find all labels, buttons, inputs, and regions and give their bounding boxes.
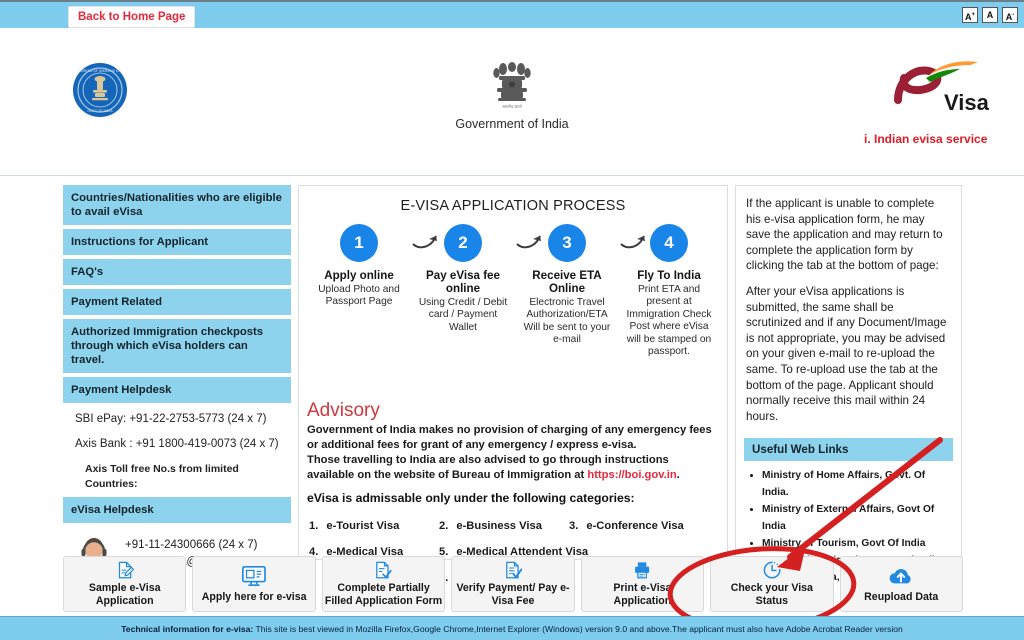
step-1-detail: Upload Photo and Passport Page [318,284,400,308]
main-content: Countries/Nationalities who are eligible… [0,176,1024,616]
step-3-number: 3 [548,224,586,262]
decrease-font-sup: - [1012,12,1015,18]
sidebar-item-faqs[interactable]: FAQ's [63,259,291,285]
normal-font-button[interactable]: A [982,7,998,23]
document-verify-icon [506,561,523,579]
sbi-epay-contact: SBI ePay: +91-22-2753-5773 (24 x 7) [75,413,267,425]
info-paragraph-2: After your eVisa applications is submitt… [746,284,947,423]
print-evisa-application-label: Print e-Visa Application [613,582,672,607]
process-step-4: 4 Fly To India Print ETA and present at … [621,224,717,358]
masthead: BUREAU OF IMMIGRATION GOVT OF INDIA सत्य… [0,28,1024,176]
step-4-heading: Fly To India [637,269,701,282]
category-3-num: 3. [569,520,579,532]
web-link-mha[interactable]: Ministry of Home Affairs, Govt. Of India… [762,467,953,501]
left-sidebar: Countries/Nationalities who are eligible… [63,185,291,575]
process-step-2: 2 Pay eVisa fee online Using Credit / De… [415,224,511,334]
axis-bank-contact: Axis Bank : +91 1800-419-0073 (24 x 7) [75,438,279,450]
step-4-detail: Print ETA and present at Immigration Che… [626,284,712,358]
category-2: 2. e-Business Visa [439,520,542,532]
process-panel: E-VISA APPLICATION PROCESS 1 Apply onlin… [298,185,728,584]
process-step-3: 3 Receive ETA Online Electronic Travel A… [519,224,615,347]
decrease-font-button[interactable]: A- [1002,7,1018,23]
check-visa-status-button[interactable]: Check your Visa Status [710,556,834,612]
reupload-data-button[interactable]: Reupload Data [839,556,963,612]
svg-text:BUREAU OF IMMIGRATION: BUREAU OF IMMIGRATION [78,69,122,73]
web-link-mea[interactable]: Ministry of External Affairs, Govt Of In… [762,501,953,535]
helpdesk-phone: +91-11-24300666 (24 x 7) [125,539,258,551]
sidebar-item-instructions[interactable]: Instructions for Applicant [63,229,291,255]
bureau-of-immigration-seal-icon: BUREAU OF IMMIGRATION GOVT OF INDIA [73,63,127,117]
cloud-upload-icon [889,569,911,584]
sidebar-item-payment-related[interactable]: Payment Related [63,289,291,315]
process-title: E-VISA APPLICATION PROCESS [400,198,626,214]
verify-payment-button[interactable]: Verify Payment/ Pay e-Visa Fee [451,556,575,612]
clock-icon [763,561,781,579]
info-panel: If the applicant is unable to complete h… [735,185,962,583]
normal-font-label: A [986,10,994,20]
step-1-number: 1 [340,224,378,262]
categories-intro: eVisa is admissable only under the follo… [307,491,635,505]
reupload-data-label: Reupload Data [864,591,939,604]
apply-here-for-evisa-button[interactable]: Apply here for e-visa [192,556,316,612]
complete-partially-filled-form-label: Complete Partially Filled Application Fo… [324,582,443,607]
sidebar-item-countries[interactable]: Countries/Nationalities who are eligible… [63,185,291,225]
advisory-heading: Advisory [307,400,380,421]
process-step-1: 1 Apply online Upload Photo and Passport… [311,224,407,309]
footer-rest: This site is best viewed in Mozilla Fire… [253,624,903,634]
document-pencil-icon [118,561,134,579]
category-2-num: 2. [439,520,449,532]
national-emblem-icon: सत्यमेव जयते [493,62,531,109]
svg-text:Visa: Visa [944,90,990,115]
check-visa-status-label: Check your Visa Status [730,582,813,607]
category-3-label: e-Conference Visa [586,520,684,532]
info-paragraph-1: If the applicant is unable to complete h… [746,197,943,273]
action-button-bar: Sample e-Visa Application Apply here for… [63,556,963,612]
document-check-icon [376,561,393,579]
footer-bar: Technical information for e-visa: This s… [0,616,1024,640]
verify-payment-label: Verify Payment/ Pay e-Visa Fee [456,582,570,607]
evisa-service-tagline: i. Indian evisa service [864,132,988,146]
top-utility-bar: Back to Home Page A+ A A- [0,0,1024,28]
apply-here-for-evisa-label: Apply here for e-visa [201,591,307,604]
axis-toll-free-note: Axis Toll free No.s from limited Countri… [85,463,239,490]
category-1-num: 1. [309,520,319,532]
back-to-home-page-button[interactable]: Back to Home Page [68,6,196,28]
category-1-label: e-Tourist Visa [326,520,400,532]
increase-font-button[interactable]: A+ [962,7,978,23]
advisory-line-1: Government of India makes no provision o… [307,424,712,451]
step-3-heading: Receive ETA Online [532,269,602,295]
boi-link[interactable]: https://boi.gov.in [587,469,676,481]
step-2-number: 2 [444,224,482,262]
sample-evisa-application-label: Sample e-Visa Application [88,582,161,607]
advisory-line-2-post: . [676,469,680,481]
print-evisa-application-button[interactable]: Print e-Visa Application [580,556,705,612]
advisory-line-2: Those travelling to India are also advis… [307,453,719,483]
evisa-helpdesk-header: eVisa Helpdesk [63,497,291,523]
category-3: 3. e-Conference Visa [569,520,684,532]
category-2-label: e-Business Visa [456,520,542,532]
web-link-tourism[interactable]: Ministry of Tourism, Govt Of India [762,535,953,552]
svg-text:GOVT OF INDIA: GOVT OF INDIA [87,109,113,113]
sample-evisa-application-button[interactable]: Sample e-Visa Application [63,556,187,612]
increase-font-sup: + [971,12,975,18]
step-3-detail: Electronic Travel Authorization/ETA Will… [523,297,611,346]
printer-icon [635,562,650,579]
step-4-number: 4 [650,224,688,262]
sidebar-item-checkposts[interactable]: Authorized Immigration checkposts throug… [63,319,291,373]
font-size-controls: A+ A A- [962,7,1018,23]
step-1-heading: Apply online [324,269,394,282]
government-of-india-label: Government of India [455,117,569,131]
svg-text:सत्यमेव जयते: सत्यमेव जयते [502,104,522,109]
evisa-logo-icon: Visa [894,61,990,115]
step-2-heading: Pay eVisa fee online [426,269,500,295]
step-2-detail: Using Credit / Debit card / Payment Wall… [418,297,508,333]
footer-text: Technical information for e-visa: This s… [121,624,903,634]
monitor-form-icon [242,566,267,587]
useful-web-links-header: Useful Web Links [744,438,953,462]
footer-bold-prefix: Technical information for e-visa: [121,624,254,634]
category-1: 1. e-Tourist Visa [309,520,399,532]
process-steps: 1 Apply online Upload Photo and Passport… [299,220,727,400]
sidebar-item-payment-helpdesk[interactable]: Payment Helpdesk [63,377,291,403]
complete-partially-filled-form-button[interactable]: Complete Partially Filled Application Fo… [321,556,446,612]
